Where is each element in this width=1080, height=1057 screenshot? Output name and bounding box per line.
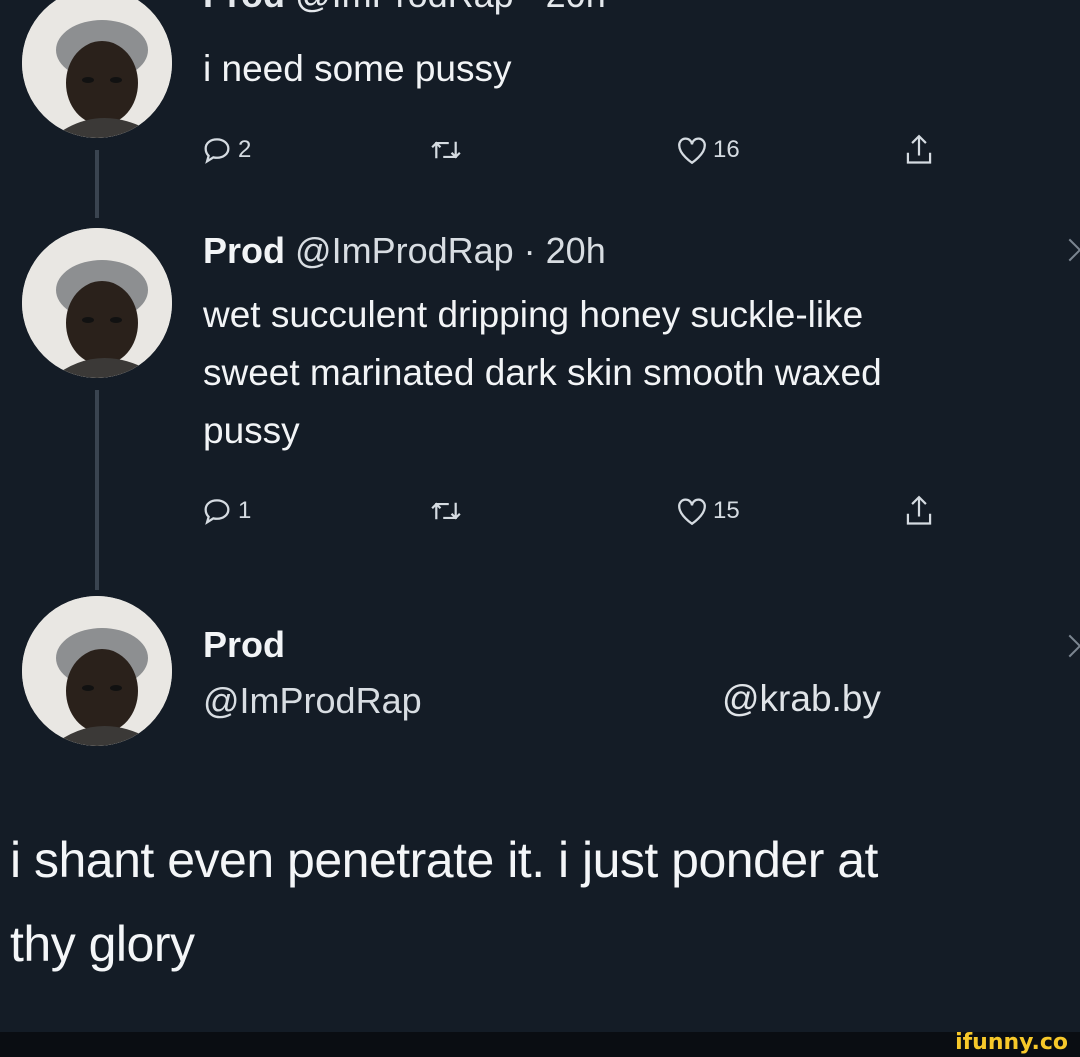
tweet-author-name[interactable]: Prod bbox=[203, 0, 285, 15]
retweet-button[interactable] bbox=[428, 125, 464, 175]
share-icon bbox=[906, 134, 932, 164]
caption-line: i shant even penetrate it. i just ponder… bbox=[10, 832, 878, 888]
thread-line bbox=[95, 150, 99, 218]
tweet-timestamp[interactable]: · 20h bbox=[524, 230, 606, 271]
tweet-text: i need some pussy bbox=[203, 48, 512, 89]
tweet-3-handle: @ImProdRap bbox=[203, 680, 422, 722]
tweet-text-line: pussy bbox=[203, 410, 300, 451]
tweet-3-name: Prod bbox=[203, 624, 285, 666]
tweet-caption: i shant even penetrate it. i just ponder… bbox=[10, 818, 1080, 986]
tweet-author-name[interactable]: Prod bbox=[203, 624, 285, 665]
thread-line bbox=[95, 390, 99, 590]
reply-count: 1 bbox=[238, 497, 252, 524]
chevron-down-icon[interactable] bbox=[1058, 634, 1080, 658]
overlay-handle: @krab.by bbox=[722, 678, 881, 719]
tweet-text-line: sweet marinated dark skin smooth waxed bbox=[203, 352, 882, 393]
reply-count: 2 bbox=[238, 136, 252, 163]
heart-icon bbox=[678, 137, 706, 165]
heart-icon bbox=[678, 498, 706, 526]
tweet-author-handle[interactable]: @ImProdRap bbox=[295, 0, 514, 15]
tweet-text-line: wet succulent dripping honey suckle-like bbox=[203, 294, 864, 335]
like-count: 15 bbox=[713, 497, 740, 524]
reply-button[interactable]: 2 bbox=[200, 125, 251, 175]
avatar[interactable] bbox=[22, 596, 172, 746]
like-count: 16 bbox=[713, 136, 740, 163]
tweet-1-header: Prod @ImProdRap · 20h bbox=[203, 0, 606, 16]
share-icon bbox=[906, 495, 932, 525]
retweet-button[interactable] bbox=[428, 486, 464, 536]
retweet-icon bbox=[431, 502, 461, 520]
tweet-actions: 2 16 bbox=[200, 125, 980, 175]
share-button[interactable] bbox=[902, 125, 936, 175]
reply-icon bbox=[204, 499, 230, 525]
tweet-author-handle[interactable]: @ImProdRap bbox=[295, 230, 514, 271]
chevron-down-icon[interactable] bbox=[1058, 238, 1080, 262]
reply-button[interactable]: 1 bbox=[200, 486, 251, 536]
like-button[interactable]: 15 bbox=[675, 486, 740, 536]
tweet-author-name[interactable]: Prod bbox=[203, 230, 285, 271]
tweet-2-header: Prod @ImProdRap · 20h bbox=[203, 230, 606, 272]
retweet-icon bbox=[431, 141, 461, 159]
caption-line: thy glory bbox=[10, 916, 195, 972]
tweet-author-handle[interactable]: @ImProdRap bbox=[203, 680, 422, 721]
tweet-text: wet succulent dripping honey suckle-like… bbox=[203, 286, 882, 460]
tweet-actions: 1 15 bbox=[200, 486, 980, 536]
avatar[interactable] bbox=[22, 0, 172, 138]
share-button[interactable] bbox=[902, 486, 936, 536]
like-button[interactable]: 16 bbox=[675, 125, 740, 175]
avatar[interactable] bbox=[22, 228, 172, 378]
watermark-bar bbox=[0, 1032, 1080, 1057]
reply-icon bbox=[204, 138, 230, 164]
tweet-timestamp[interactable]: · 20h bbox=[524, 0, 606, 15]
watermark-logo: ifunny.co bbox=[955, 1030, 1068, 1055]
